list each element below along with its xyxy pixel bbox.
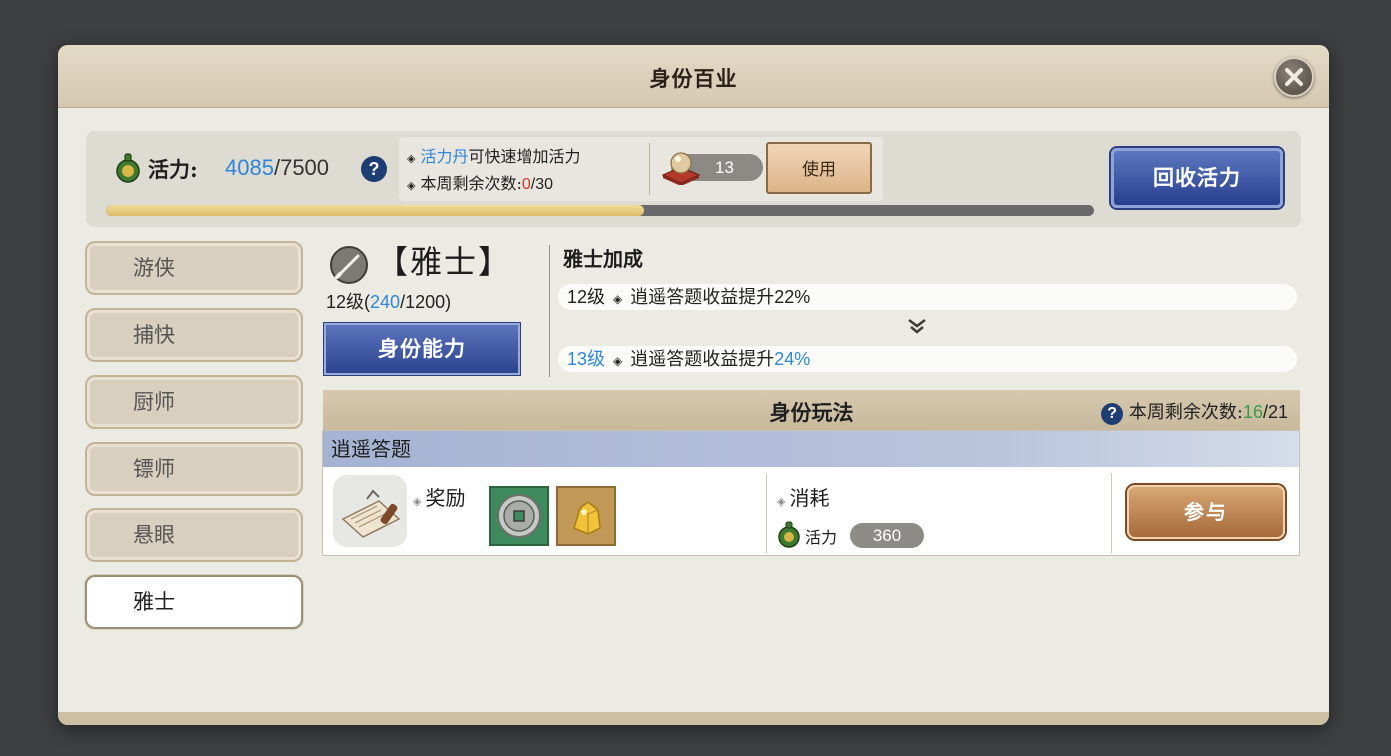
vitality-help-icon[interactable]: ? xyxy=(361,156,387,182)
join-button[interactable]: 参与 xyxy=(1127,485,1285,539)
bonus-current-row: 12级 ◈ 逍遥答题收益提升22% xyxy=(558,284,1297,310)
bonus-next-pct: 24% xyxy=(774,349,811,369)
bonus-current-pct: 22% xyxy=(774,287,811,307)
window-title: 身份百业 xyxy=(649,66,738,91)
panel-bottom-trim xyxy=(58,712,1329,725)
reward-item-coin[interactable] xyxy=(489,486,549,546)
cost-label-text: 消耗 xyxy=(789,486,830,510)
diamond-bullet-icon: ◈ xyxy=(407,152,416,165)
elixir-info-line-1: ◈ 活力丹可快速增加活力 xyxy=(407,143,581,167)
tab-bukuai[interactable]: 捕快 xyxy=(85,308,303,362)
reward-item-gold[interactable] xyxy=(556,486,616,546)
weekly-total: /21 xyxy=(1262,402,1288,422)
reward-label: ◈ 奖励 xyxy=(413,482,465,511)
weekly-label: 本周剩余次数: xyxy=(1128,402,1243,423)
elixir-info-box: ◈ 活力丹可快速增加活力 ◈ 本周剩余次数:0/30 13 使用 xyxy=(399,137,883,201)
tab-chushi[interactable]: 厨师 xyxy=(85,375,303,429)
elixir-pill-icon xyxy=(661,152,701,185)
vitality-value: 4085/7500 xyxy=(225,155,329,181)
reward-label-text: 奖励 xyxy=(425,486,466,510)
title-bar: 身份百业 xyxy=(58,45,1329,108)
identity-exp-rest: /1200) xyxy=(400,292,452,312)
gold-ingot-icon xyxy=(573,501,601,535)
close-button[interactable] xyxy=(1274,57,1314,97)
play-section-header: 身份玩法 ? 本周剩余次数:16/21 xyxy=(323,390,1300,430)
diamond-bullet-icon: ◈ xyxy=(413,495,422,508)
vitality-gourd-icon xyxy=(116,153,140,183)
copper-coin-icon xyxy=(497,494,541,538)
diamond-bullet-icon: ◈ xyxy=(407,179,416,192)
tab-biaoshi[interactable]: 镖师 xyxy=(85,442,303,496)
identity-name: 【雅士】 xyxy=(376,243,513,281)
vitality-strip: 活力: 4085/7500 ? ◈ 活力丹可快速增加活力 ◈ 本周剩余次数:0/30… xyxy=(86,131,1301,227)
identity-ability-button[interactable]: 身份能力 xyxy=(324,323,520,375)
card-divider xyxy=(1111,473,1112,553)
double-chevron-down-icon xyxy=(908,319,926,334)
elixir-item-name[interactable]: 活力丹 xyxy=(420,147,468,166)
cost-label: ◈ 消耗 xyxy=(777,482,829,511)
bonus-title: 雅士加成 xyxy=(563,247,643,271)
cost-resource-name: 活力 xyxy=(805,528,838,547)
weekly-remaining: ? 本周剩余次数:16/21 xyxy=(1101,398,1288,425)
identity-panel: 身份百业 活力: 4085/7500 ? ◈ 活力丹可快速增加活力 ◈ 本周剩余次数… xyxy=(58,45,1329,725)
vitality-progress-fill xyxy=(106,205,645,216)
close-icon xyxy=(1285,68,1303,86)
weekly-remaining-count: 16 xyxy=(1242,402,1263,422)
bonus-next-level: 13级 xyxy=(567,349,606,369)
info-divider xyxy=(649,143,650,195)
bonus-next-text: 逍遥答题收益提升 xyxy=(630,349,775,370)
scroll-quiz-icon xyxy=(333,475,407,547)
use-elixir-button[interactable]: 使用 xyxy=(766,142,872,194)
bonus-current-level: 12级 xyxy=(567,287,606,307)
tab-youxia[interactable]: 游侠 xyxy=(85,241,303,295)
cost-value: 360 xyxy=(850,523,924,548)
weekly-help-icon[interactable]: ? xyxy=(1101,403,1124,425)
activity-name: 逍遥答题 xyxy=(323,431,1299,467)
elixir-info-text: 可快速增加活力 xyxy=(468,147,581,166)
identity-level-prefix: 12级( xyxy=(326,292,371,312)
elixir-weekly-label: 本周剩余次数: xyxy=(420,174,522,193)
vitality-label: 活力: xyxy=(148,157,198,182)
diamond-bullet-icon: ◈ xyxy=(613,354,623,368)
diamond-bullet-icon: ◈ xyxy=(777,495,786,508)
diamond-bullet-icon: ◈ xyxy=(613,292,623,306)
bonus-current-text: 逍遥答题收益提升 xyxy=(630,287,775,308)
card-divider xyxy=(766,473,767,553)
identity-exp-current: 240 xyxy=(370,292,401,312)
section-divider xyxy=(549,245,550,377)
bonus-next-row: 13级 ◈ 逍遥答题收益提升24% xyxy=(558,346,1297,372)
vitality-max: 7500 xyxy=(280,155,330,180)
brush-icon xyxy=(330,246,368,284)
identity-level: 12级(240/1200) xyxy=(326,288,451,314)
vitality-current: 4085 xyxy=(225,155,274,180)
elixir-info-line-2: ◈ 本周剩余次数:0/30 xyxy=(407,170,553,194)
tab-xuanyan[interactable]: 悬眼 xyxy=(85,508,303,562)
elixir-weekly-total: /30 xyxy=(530,176,554,193)
vitality-progress-bar xyxy=(106,205,1094,216)
vitality-gourd-icon xyxy=(778,521,800,548)
elixir-weekly-used: 0 xyxy=(521,176,531,193)
tab-yashi[interactable]: 雅士 xyxy=(85,575,303,629)
recycle-vitality-button[interactable]: 回收活力 xyxy=(1111,148,1283,208)
activity-card: 逍遥答题 ◈ 奖励 ◈ 消耗 活力 360 参与 xyxy=(322,430,1300,556)
